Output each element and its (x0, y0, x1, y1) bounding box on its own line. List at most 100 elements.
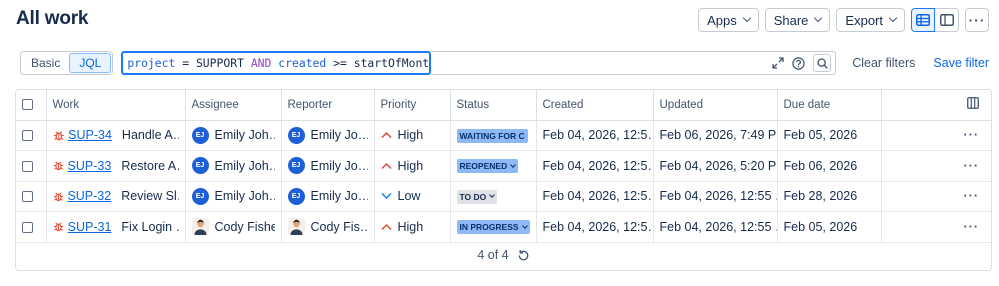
row-actions-button[interactable]: ··· (881, 181, 991, 212)
priority-cell[interactable]: High (374, 120, 451, 151)
reporter-cell[interactable]: EJ Emily Jo… (281, 181, 375, 212)
status-cell[interactable]: REOPENED (450, 150, 537, 182)
work-item-summary[interactable]: Restore A… (121, 159, 178, 173)
row-checkbox[interactable] (22, 221, 33, 233)
jql-mode-button[interactable]: JQL (69, 53, 112, 73)
expand-icon[interactable] (772, 57, 784, 69)
assignee-cell[interactable]: Cody Fisher (185, 211, 282, 243)
apps-button[interactable]: Apps (698, 8, 759, 32)
work-item-summary[interactable]: Handle A… (122, 128, 179, 142)
save-filter-button[interactable]: Save filter (933, 56, 989, 70)
reporter-name: Emily Jo… (310, 158, 368, 173)
work-items-table: Work Assignee Reporter Priority Status C… (15, 89, 992, 271)
person-avatar-icon (194, 220, 206, 236)
more-icon: ··· (963, 189, 979, 204)
column-header-created[interactable]: Created (536, 90, 654, 121)
basic-mode-button[interactable]: Basic (22, 53, 69, 73)
work-cell: SUP-33 Restore A… (46, 150, 186, 182)
more-icon: ··· (963, 219, 979, 234)
jql-query-input[interactable]: project = SUPPORT AND created >= startOf… (121, 51, 432, 75)
due-date-cell[interactable]: Feb 28, 2026 (777, 181, 882, 212)
work-item-key[interactable]: SUP-32 (67, 189, 111, 203)
column-header-status[interactable]: Status (450, 90, 537, 121)
column-header-updated[interactable]: Updated (653, 90, 778, 121)
status-badge[interactable]: REOPENED (456, 159, 519, 174)
export-button[interactable]: Export (836, 8, 905, 32)
more-actions-button[interactable]: ··· (965, 8, 989, 32)
created-cell: Feb 04, 2026, 12:5… (536, 211, 654, 243)
reporter-cell[interactable]: EJ Emily Jo… (281, 120, 375, 151)
due-date-cell[interactable]: Feb 06, 2026 (777, 150, 882, 182)
column-header-priority[interactable]: Priority (374, 90, 451, 121)
status-badge[interactable]: TO DO (456, 189, 498, 204)
status-cell[interactable]: WAITING FOR C (450, 120, 537, 151)
priority-cell[interactable]: High (374, 211, 451, 243)
assignee-name: Emily Joh… (214, 158, 275, 173)
reporter-cell[interactable]: Cody Fis… (281, 211, 375, 243)
row-select-cell (16, 120, 47, 151)
work-cell: SUP-32 Review Sl… (46, 181, 186, 212)
row-actions-button[interactable]: ··· (881, 150, 991, 182)
bug-icon (53, 222, 63, 232)
clear-filters-button[interactable]: Clear filters (852, 56, 915, 70)
status-badge[interactable]: WAITING FOR C (456, 128, 528, 143)
avatar: EJ (287, 187, 305, 205)
priority-high-icon (380, 132, 392, 139)
priority-cell[interactable]: Low (374, 181, 451, 212)
list-view-button[interactable] (911, 8, 935, 32)
search-row: Basic JQL project = SUPPORT AND created … (20, 50, 989, 76)
refresh-icon[interactable] (517, 249, 530, 262)
table-row[interactable]: SUP-31 Fix Login … Cody Fisher Cody Fis…… (16, 211, 991, 243)
updated-cell: Feb 04, 2026, 5:20 PM (653, 150, 778, 182)
table-row[interactable]: SUP-34 Handle A… EJ Emily Joh… EJ Emily Jo… (16, 120, 991, 151)
assignee-cell[interactable]: EJ Emily Joh… (185, 181, 282, 212)
avatar: EJ (287, 126, 305, 144)
list-view-icon (916, 14, 930, 26)
person-avatar-icon (290, 220, 302, 236)
row-actions-button[interactable]: ··· (881, 120, 991, 151)
chevron-down-icon (489, 192, 496, 199)
assignee-name: Cody Fisher (214, 219, 275, 234)
more-icon: ··· (968, 12, 986, 28)
work-item-summary[interactable]: Fix Login … (121, 220, 178, 234)
avatar: EJ (287, 157, 305, 175)
column-header-due-date[interactable]: Due date (777, 90, 882, 121)
reporter-cell[interactable]: EJ Emily Jo… (281, 150, 375, 182)
help-icon[interactable] (792, 56, 805, 70)
view-toggle (911, 8, 959, 32)
table-row[interactable]: SUP-32 Review Sl… EJ Emily Joh… EJ Emily J… (16, 181, 991, 212)
chevron-down-icon (888, 13, 898, 23)
work-item-key[interactable]: SUP-33 (68, 159, 112, 173)
row-checkbox[interactable] (22, 130, 33, 142)
row-select-cell (16, 150, 47, 182)
status-cell[interactable]: IN PROGRESS (450, 211, 537, 243)
due-date-cell[interactable]: Feb 05, 2026 (777, 120, 882, 151)
row-checkbox[interactable] (22, 191, 33, 203)
status-badge[interactable]: IN PROGRESS (456, 220, 530, 235)
work-item-key[interactable]: SUP-31 (68, 220, 112, 234)
select-all-checkbox[interactable] (22, 99, 33, 111)
assignee-cell[interactable]: EJ Emily Joh… (185, 120, 282, 151)
share-button[interactable]: Share (764, 8, 831, 32)
assignee-cell[interactable]: EJ Emily Joh… (185, 150, 282, 182)
row-actions-button[interactable]: ··· (881, 211, 991, 243)
columns-icon[interactable] (967, 97, 979, 110)
due-date-cell[interactable]: Feb 05, 2026 (777, 211, 882, 243)
detail-view-button[interactable] (935, 8, 959, 32)
select-all-cell (16, 90, 47, 121)
work-item-summary[interactable]: Review Sl… (121, 189, 178, 203)
work-item-key[interactable]: SUP-34 (68, 128, 112, 142)
assignee-name: Emily Joh… (214, 189, 275, 204)
column-header-work[interactable]: Work (46, 90, 186, 121)
status-label: IN PROGRESS (459, 222, 519, 233)
table-row[interactable]: SUP-33 Restore A… EJ Emily Joh… EJ Emily J… (16, 150, 991, 182)
column-header-reporter[interactable]: Reporter (281, 90, 375, 121)
priority-cell[interactable]: High (374, 150, 451, 182)
reporter-name: Emily Jo… (310, 128, 368, 143)
row-select-cell (16, 211, 47, 243)
column-header-assignee[interactable]: Assignee (185, 90, 282, 121)
search-button[interactable] (813, 54, 832, 72)
status-cell[interactable]: TO DO (450, 181, 537, 212)
avatar: EJ (191, 187, 209, 205)
row-checkbox[interactable] (22, 160, 33, 172)
